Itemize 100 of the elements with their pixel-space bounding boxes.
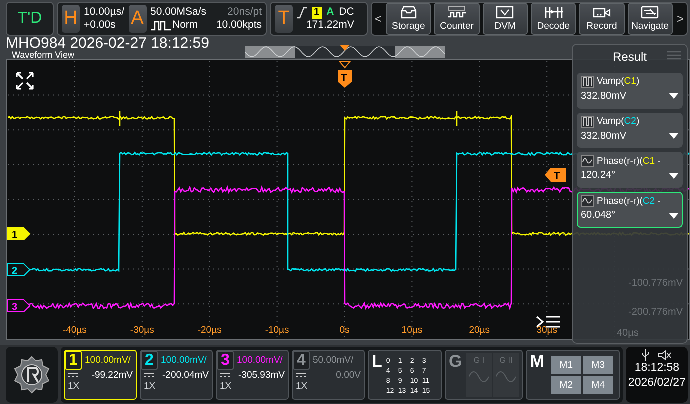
measurement-card[interactable]: Phase(r-r)(C2 - 60.048° xyxy=(577,192,683,228)
meter-icon xyxy=(495,6,516,19)
math-label: M xyxy=(530,353,544,373)
math-button[interactable]: M2 xyxy=(551,376,582,394)
channel-box[interactable]: 2 100.00mV/ -200.04mV 1X xyxy=(140,350,213,400)
channel-box[interactable]: 4 50.00mV/ 0.00V 1X xyxy=(292,350,365,400)
scale-label: -100.776mV xyxy=(628,278,683,290)
usb-icon xyxy=(642,349,650,361)
measurement-label: Vamp(C2) xyxy=(597,116,640,128)
time-axis-label: -20µs xyxy=(198,325,222,336)
menu-icon xyxy=(536,316,561,328)
fullscreen-icon xyxy=(16,72,34,90)
channel-number: 3 xyxy=(217,351,234,370)
dropdown-icon xyxy=(669,212,679,219)
measurement-card[interactable]: Phase(r-r)(C1 - 120.24° xyxy=(577,152,683,188)
dc-coupling-icon xyxy=(220,373,230,378)
sine-wave-icon xyxy=(469,371,490,383)
acquire-mode: Norm xyxy=(172,19,198,32)
horizontal-position: +0.00s xyxy=(84,19,117,32)
sample-rate: 50.00MSa/s xyxy=(150,6,207,19)
camera-icon xyxy=(592,6,612,19)
toolbar-button[interactable]: Counter xyxy=(434,3,480,35)
sine-wave-icon xyxy=(581,195,594,208)
toolbar-button[interactable]: Navigate xyxy=(628,3,673,35)
measurement-card[interactable]: Vamp(C2) 332.80mV xyxy=(577,112,683,148)
horizontal-scale: 10.00µs/ xyxy=(84,6,124,19)
toolbar-button[interactable]: Storage xyxy=(386,3,432,35)
channel-box[interactable]: 1 100.00mV/ -99.22mV 1X xyxy=(64,350,137,400)
trigger-type: A xyxy=(326,6,334,19)
channel-marker: 3 xyxy=(8,300,31,313)
acquire-button[interactable]: A xyxy=(128,5,146,33)
channel-offset: -305.93mV xyxy=(238,370,285,381)
measurement-label: Phase(r-r)(C1 - xyxy=(597,156,661,167)
channel-box[interactable]: 3 100.00mV/ -305.93mV 1X xyxy=(216,350,289,400)
trigger-status-badge: T'D xyxy=(6,2,54,36)
measurement-card[interactable]: Vamp(C1) 332.80mV xyxy=(577,72,683,109)
measurement-label: Vamp(C1) xyxy=(597,76,640,88)
memory-depth: 10.00kpts xyxy=(216,19,262,32)
trigger-level: 171.22mV xyxy=(305,19,354,32)
sine-wave-icon xyxy=(496,371,516,383)
dc-coupling-icon xyxy=(68,373,78,378)
math-button[interactable]: M1 xyxy=(551,356,582,374)
measurement-value: 120.24° xyxy=(581,170,617,182)
toolbar-button[interactable]: Decode xyxy=(531,3,576,35)
math-button[interactable]: M4 xyxy=(583,376,614,394)
trigger-level-marker: T xyxy=(545,168,566,182)
toolbar-button[interactable]: DVM xyxy=(482,3,528,35)
trigger-panel[interactable]: T 1 A DC 171.22mV xyxy=(270,2,368,36)
time-axis-label: 10µs xyxy=(402,325,423,336)
clock-time: 18:12:58 xyxy=(634,361,680,376)
channel-marker: 2 xyxy=(8,264,31,277)
toolbar-button[interactable]: Record xyxy=(579,3,625,35)
math-button[interactable]: M3 xyxy=(583,356,614,374)
scale-label: 40µs xyxy=(617,328,639,340)
time-axis-label: -10µs xyxy=(265,325,290,336)
channel-number: 1 xyxy=(65,351,82,370)
channel-scale: 100.00mV/ xyxy=(161,355,207,366)
probe-ratio: 1X xyxy=(67,381,81,392)
channel-number: 2 xyxy=(141,351,158,370)
screenshot-caption: MHO984 2026-02-27 18:12:59 xyxy=(6,36,210,51)
time-axis-label: 0s xyxy=(340,325,350,336)
scroll-left-button[interactable]: < xyxy=(374,12,384,26)
square-wave-icon xyxy=(581,76,594,88)
mute-icon xyxy=(658,350,672,360)
probe-ratio: 1X xyxy=(295,381,309,392)
time-axis-label: 30µs xyxy=(536,325,558,336)
menu-icon xyxy=(667,51,681,60)
channel-marker: 1 xyxy=(8,228,31,241)
time-axis-label: -40µs xyxy=(62,325,87,336)
measurement-value: 332.80mV xyxy=(581,90,628,102)
time-axis-label: 20µs xyxy=(469,325,490,336)
counter-icon xyxy=(447,6,467,19)
dropdown-icon xyxy=(669,172,679,179)
dc-coupling-icon xyxy=(144,373,154,378)
square-wave-icon xyxy=(581,116,594,128)
measurement-value: 332.80mV xyxy=(581,130,628,142)
waveform-view-title: Waveform View xyxy=(12,50,75,60)
channel-scale: 100.00mV/ xyxy=(85,355,131,366)
trigger-position-icon xyxy=(340,45,350,51)
generator-label: G xyxy=(449,353,462,373)
channel-offset: -99.22mV xyxy=(92,370,133,381)
scroll-right-button[interactable]: > xyxy=(676,12,685,26)
dropdown-icon xyxy=(669,93,679,100)
channel-offset: 0.00V xyxy=(336,370,361,381)
navigate-icon xyxy=(640,6,660,19)
rising-edge-icon xyxy=(297,6,307,18)
channel-scale: 100.00mV/ xyxy=(237,355,283,366)
probe-ratio: 1X xyxy=(219,381,233,392)
horizontal-button[interactable]: H xyxy=(62,5,80,33)
measurement-label: Phase(r-r)(C2 - xyxy=(597,196,661,207)
gear-logo-icon xyxy=(12,355,52,395)
result-title: Result xyxy=(612,50,647,64)
sine-wave-icon xyxy=(581,155,594,168)
trigger-source: 1 xyxy=(312,6,322,18)
channel-scale: 50.00mV/ xyxy=(313,355,354,366)
probe-ratio: 1X xyxy=(143,381,157,392)
tray-icon xyxy=(398,6,419,19)
decode-icon xyxy=(544,6,564,19)
math-box[interactable]: M M1 M3 M2 M4 xyxy=(526,350,620,400)
dc-coupling-icon xyxy=(296,373,306,378)
